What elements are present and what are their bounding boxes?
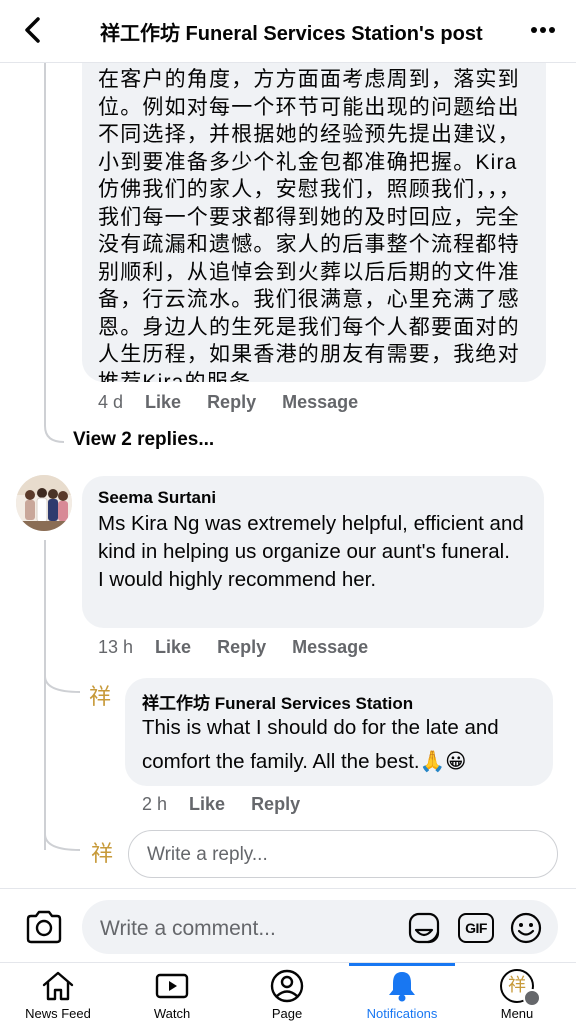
- like-button[interactable]: Like: [189, 794, 225, 814]
- nav-label: Menu: [500, 1006, 534, 1021]
- video-icon: [155, 973, 189, 999]
- page-avatar[interactable]: 祥: [85, 683, 115, 713]
- thread-line: [44, 62, 46, 422]
- avatar[interactable]: [16, 475, 72, 531]
- reply-input-container: [128, 830, 558, 878]
- reply-button[interactable]: Reply: [251, 794, 300, 814]
- comment-timestamp: 4 d: [98, 392, 124, 412]
- bell-icon: [389, 972, 415, 1002]
- chevron-left-icon[interactable]: [18, 14, 50, 46]
- comment-author[interactable]: Seema Surtani: [98, 488, 216, 508]
- comment-text: Ms Kira Ng was extremely helpful, effici…: [98, 512, 524, 591]
- thread-curve: [44, 660, 81, 693]
- reply-actions: 2 h Like Reply: [142, 794, 326, 815]
- gif-button[interactable]: GIF: [458, 913, 494, 943]
- comment-bubble[interactable]: 在客户的角度，方方面面考虑周到，落实到位。例如对每一个环节可能出现的问题给出不同…: [82, 30, 546, 382]
- nav-page[interactable]: Page: [237, 963, 337, 1025]
- page-title: 祥工作坊 Funeral Services Station's post: [100, 23, 483, 45]
- view-replies-link[interactable]: View 2 replies...: [73, 429, 214, 451]
- comment-text: 在客户的角度，方方面面考虑周到，落实到位。例如对每一个环节可能出现的问题给出不同…: [98, 68, 521, 382]
- thread-curve: [44, 410, 65, 443]
- emoji-icon[interactable]: [508, 910, 544, 946]
- menu-badge-icon: [523, 989, 541, 1007]
- comment-composer: GIF: [0, 888, 576, 963]
- nav-label: Page: [271, 1006, 303, 1021]
- nav-label: Notifications: [366, 1006, 438, 1021]
- message-button[interactable]: Message: [292, 637, 368, 657]
- nav-menu[interactable]: 祥 Menu: [467, 963, 567, 1025]
- nav-watch[interactable]: Watch: [122, 963, 222, 1025]
- more-horizontal-icon[interactable]: [528, 20, 558, 40]
- like-button[interactable]: Like: [155, 637, 191, 657]
- comment-input[interactable]: [98, 914, 402, 944]
- thread-curve: [44, 820, 81, 851]
- like-button[interactable]: Like: [145, 392, 181, 412]
- comment-actions: 4 d Like Reply Message: [98, 392, 384, 413]
- comment-bubble[interactable]: Seema Surtani Ms Kira Ng was extremely h…: [82, 476, 544, 628]
- comment-actions: 13 h Like Reply Message: [98, 637, 394, 658]
- nav-label: Watch: [153, 1006, 191, 1021]
- nav-label: News Feed: [25, 1006, 91, 1021]
- reply-input[interactable]: [145, 841, 539, 869]
- sticker-icon[interactable]: [406, 910, 442, 946]
- reply-text: This is what I should do for the late an…: [142, 716, 499, 773]
- bottom-nav: News Feed Watch Page Notifications 祥 Men…: [0, 962, 576, 1025]
- gif-label: GIF: [465, 920, 487, 936]
- home-icon: [42, 971, 74, 1001]
- message-button[interactable]: Message: [282, 392, 358, 412]
- comment-input-container: GIF: [82, 900, 558, 954]
- nav-news-feed[interactable]: News Feed: [8, 963, 108, 1025]
- profile-icon: [270, 969, 304, 1003]
- avatar-photo-icon: [16, 475, 72, 531]
- reply-timestamp: 2 h: [142, 794, 168, 814]
- page-avatar: 祥: [90, 842, 113, 867]
- comment-timestamp: 13 h: [98, 637, 134, 657]
- reply-bubble[interactable]: 祥工作坊 Funeral Services Station This is wh…: [125, 678, 553, 786]
- reply-button[interactable]: Reply: [217, 637, 266, 657]
- camera-icon[interactable]: [24, 909, 64, 945]
- reply-button[interactable]: Reply: [207, 392, 256, 412]
- post-header: 祥工作坊 Funeral Services Station's post: [0, 0, 576, 63]
- nav-notifications[interactable]: Notifications: [352, 963, 452, 1025]
